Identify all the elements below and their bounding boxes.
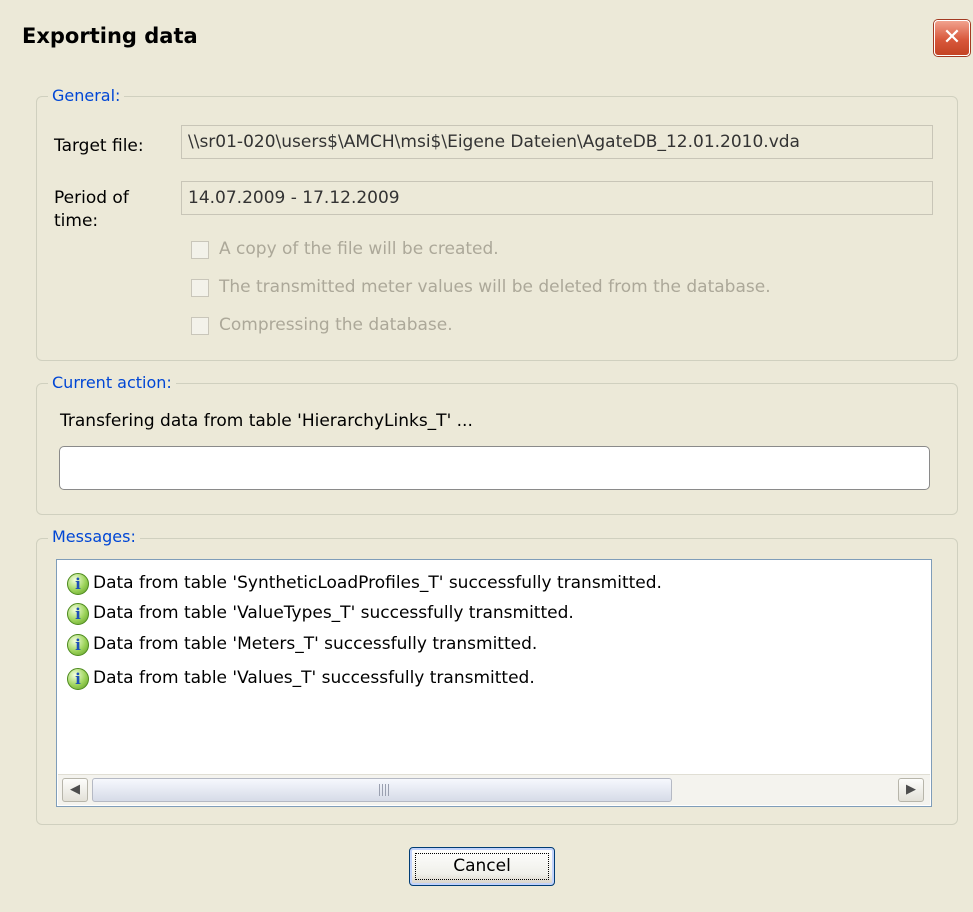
dialog-title: Exporting data	[22, 24, 198, 48]
chevron-left-icon: ◀	[70, 782, 80, 797]
title-bar[interactable]: Exporting data ✕	[0, 0, 973, 68]
export-dialog: Exporting data ✕ General: Target file: \…	[0, 0, 973, 912]
scrollbar-thumb[interactable]	[92, 778, 672, 802]
scroll-right-button[interactable]: ▶	[898, 778, 924, 802]
close-button[interactable]: ✕	[934, 20, 970, 56]
horizontal-scrollbar[interactable]: ◀ ▶	[58, 774, 930, 805]
current-action-status: Transfering data from table 'HierarchyLi…	[60, 411, 473, 431]
general-legend: General:	[48, 86, 125, 105]
chevron-right-icon: ▶	[906, 782, 916, 797]
compress-db-checkbox[interactable]	[191, 317, 209, 335]
compress-db-label: Compressing the database.	[219, 315, 453, 335]
delete-values-label: The transmitted meter values will be del…	[219, 277, 771, 297]
period-label-line1: Period of	[54, 188, 129, 208]
messages-legend: Messages:	[48, 527, 140, 546]
info-icon: i	[67, 634, 89, 656]
message-text: Data from table 'Meters_T' successfully …	[93, 634, 538, 654]
message-text: Data from table 'ValueTypes_T' successfu…	[93, 603, 574, 623]
period-field: 14.07.2009 - 17.12.2009	[181, 181, 933, 215]
info-icon: i	[67, 603, 89, 625]
info-icon: i	[67, 668, 89, 690]
copy-file-label: A copy of the file will be created.	[219, 239, 499, 259]
period-label-line2: time:	[54, 211, 99, 231]
message-text: Data from table 'Values_T' successfully …	[93, 668, 535, 688]
progress-bar	[59, 446, 930, 490]
info-icon: i	[67, 573, 89, 595]
close-icon: ✕	[942, 25, 962, 50]
messages-list[interactable]: i Data from table 'SyntheticLoadProfiles…	[56, 559, 932, 807]
scroll-left-button[interactable]: ◀	[62, 778, 88, 802]
delete-values-checkbox[interactable]	[191, 279, 209, 297]
copy-file-checkbox[interactable]	[191, 241, 209, 259]
focus-rectangle	[415, 853, 549, 880]
cancel-button[interactable]: Cancel	[409, 847, 555, 886]
target-file-field: \\sr01-020\users$\AMCH\msi$\Eigene Datei…	[181, 125, 933, 159]
current-action-legend: Current action:	[48, 373, 176, 392]
target-file-label: Target file:	[54, 136, 144, 156]
message-text: Data from table 'SyntheticLoadProfiles_T…	[93, 573, 662, 593]
